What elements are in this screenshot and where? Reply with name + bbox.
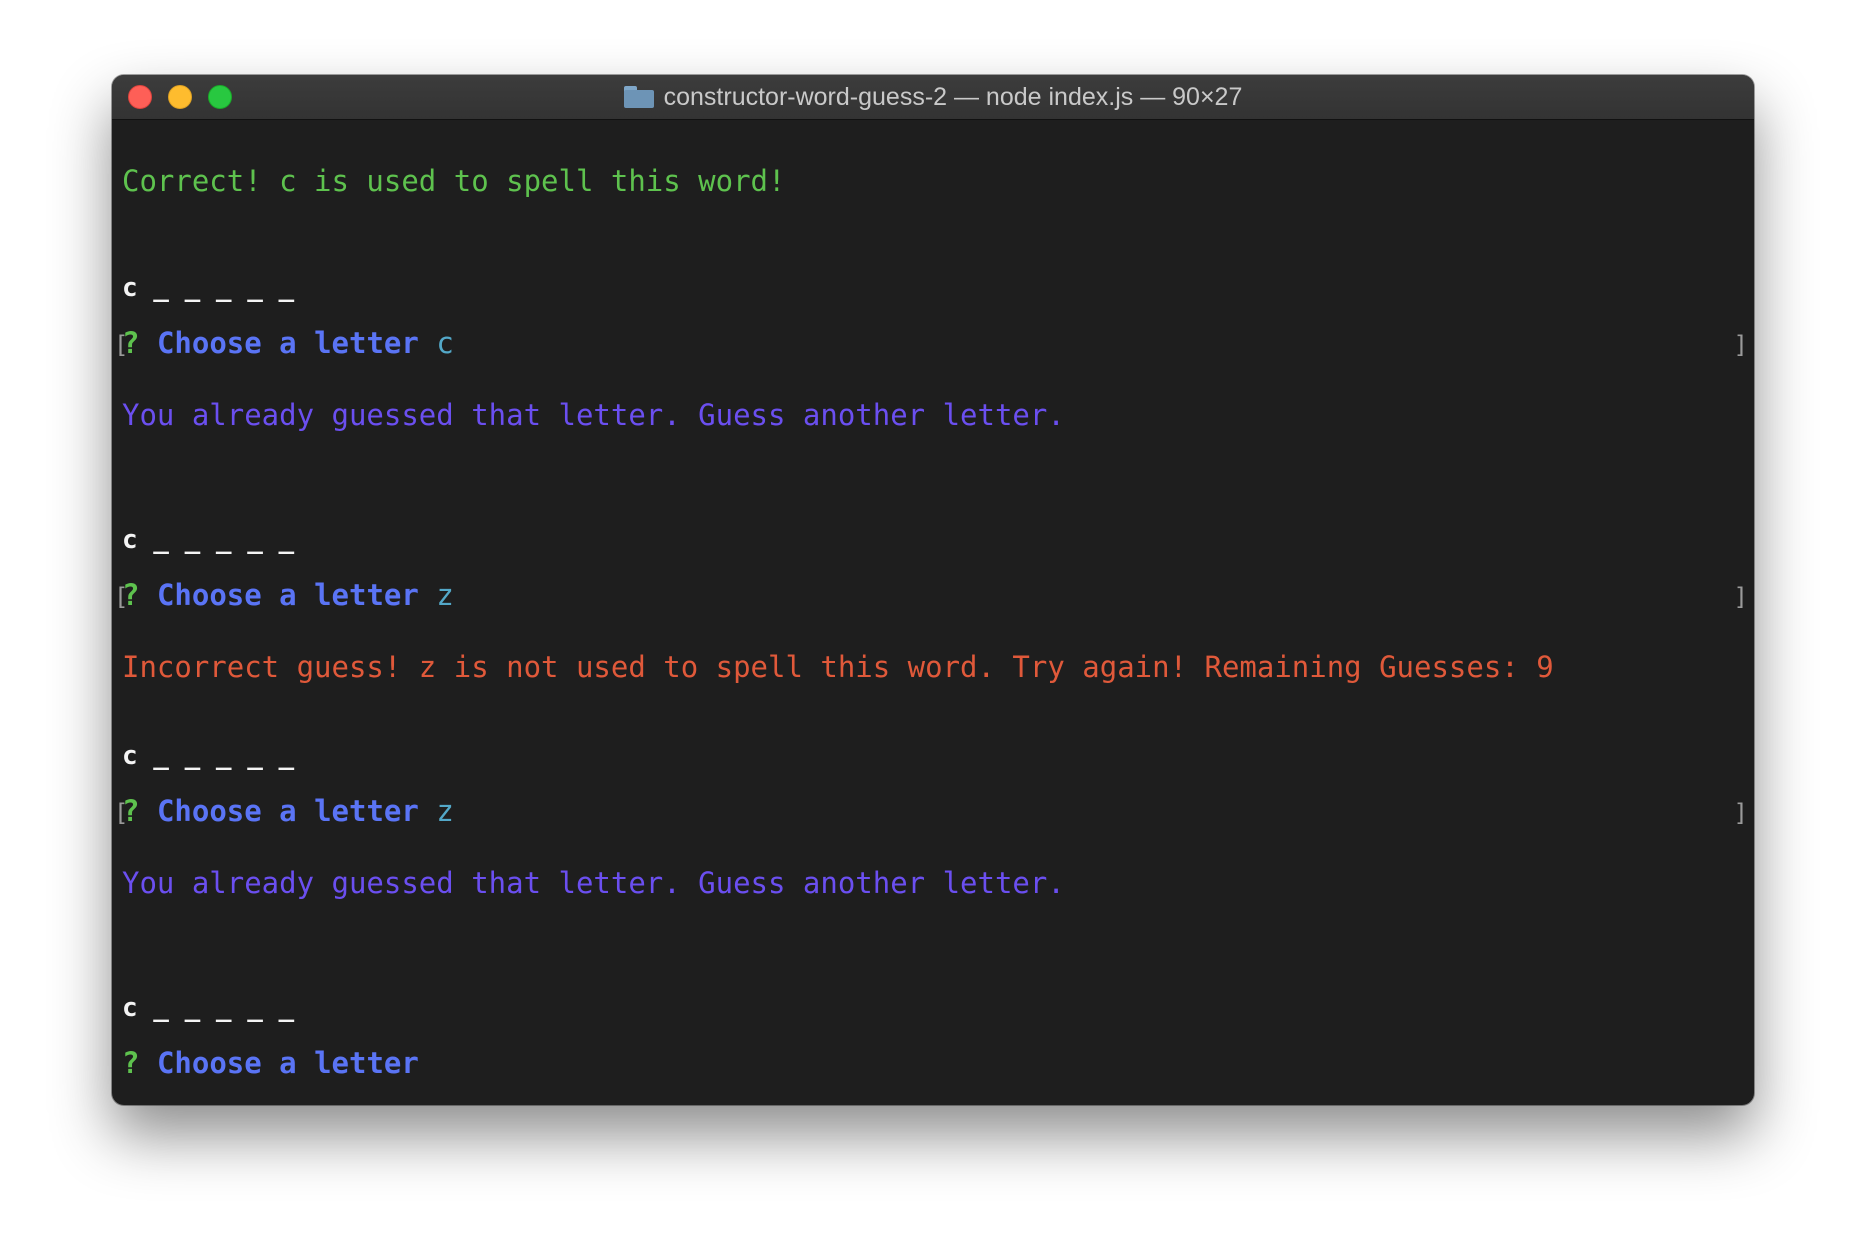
prompt-question: Choose a letter — [156, 326, 419, 360]
prompt-line: ? Choose a letter c — [122, 325, 454, 361]
word-progress: c _ _ _ _ _ — [122, 741, 295, 771]
selection-bracket-right: ] — [1733, 583, 1748, 611]
word-progress: c _ _ _ _ _ — [122, 993, 295, 1023]
correct-message: Correct! c is used to spell this word! — [122, 164, 786, 198]
prompt-line: ? Choose a letter z — [122, 793, 454, 829]
selection-bracket-right: ] — [1733, 799, 1748, 827]
prompt-question-mark: ? — [122, 794, 140, 828]
terminal-output[interactable]: Correct! c is used to spell this word! c… — [112, 120, 1754, 1105]
already-guessed-message: You already guessed that letter. Guess a… — [122, 866, 1065, 900]
folder-icon — [623, 86, 654, 108]
prompt-line: ? Choose a letter z — [122, 577, 454, 613]
window-title-text: constructor-word-guess-2 — node index.js… — [663, 82, 1243, 111]
prompt-question: Choose a letter — [156, 1046, 419, 1080]
active-prompt-line[interactable]: ? Choose a letter — [122, 1045, 436, 1081]
selection-bracket-right: ] — [1733, 331, 1748, 359]
window-title: constructor-word-guess-2 — node index.js… — [112, 75, 1754, 119]
word-progress: c _ _ _ _ _ — [122, 273, 295, 303]
prompt-question-mark: ? — [122, 326, 140, 360]
title-bar[interactable]: constructor-word-guess-2 — node index.js… — [112, 75, 1754, 120]
word-progress: c _ _ _ _ _ — [122, 525, 295, 555]
prompt-answer: z — [436, 794, 454, 828]
prompt-question: Choose a letter — [156, 794, 419, 828]
already-guessed-message: You already guessed that letter. Guess a… — [122, 398, 1065, 432]
prompt-question-mark: ? — [122, 1046, 140, 1080]
prompt-question-mark: ? — [122, 578, 140, 612]
prompt-answer: c — [436, 326, 454, 360]
prompt-question: Choose a letter — [156, 578, 419, 612]
incorrect-message: Incorrect guess! z is not used to spell … — [122, 650, 1554, 684]
prompt-answer: z — [436, 578, 454, 612]
terminal-window: constructor-word-guess-2 — node index.js… — [112, 75, 1754, 1105]
